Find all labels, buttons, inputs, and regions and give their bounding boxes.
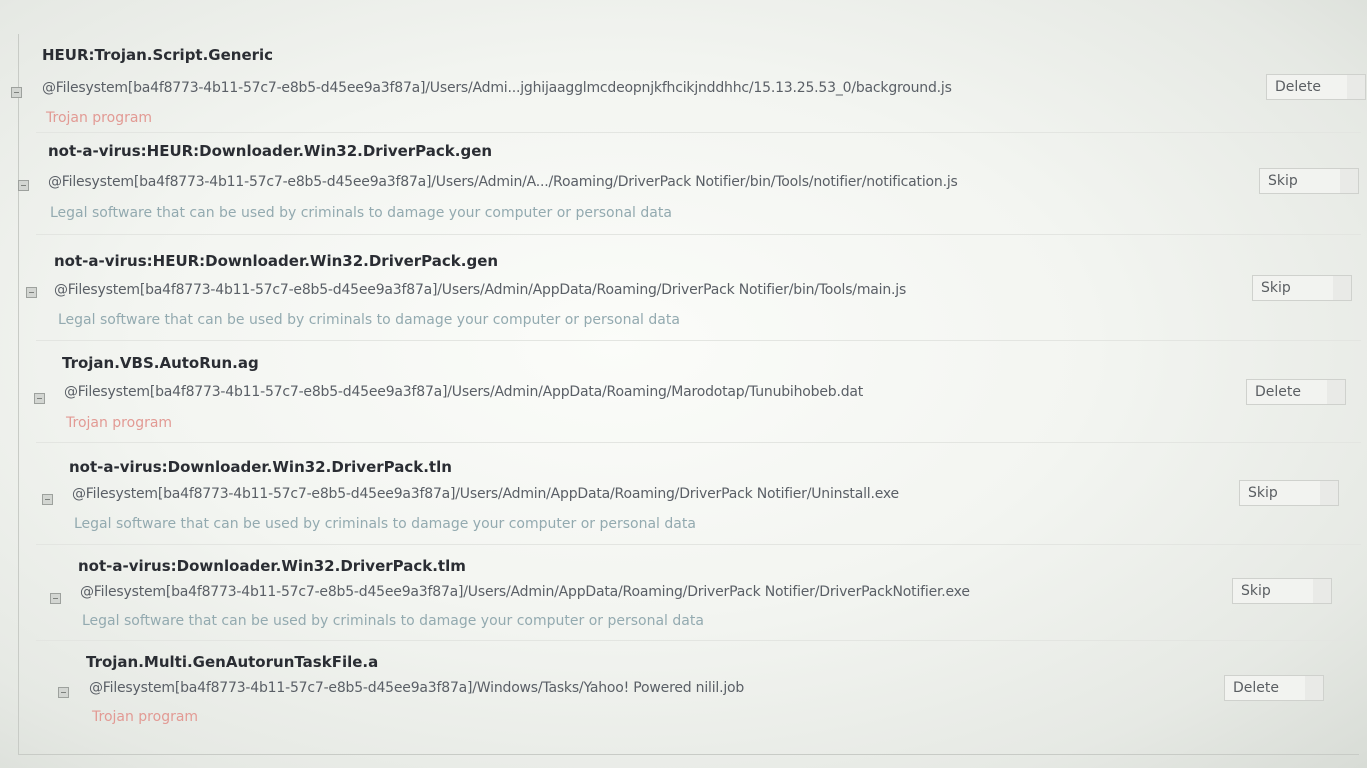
action-label: Delete — [1255, 384, 1301, 400]
threat-row: HEUR:Trojan.Script.Generic @Filesystem[b… — [6, 28, 1366, 128]
action-label: Skip — [1261, 280, 1291, 296]
expand-checkbox[interactable] — [18, 180, 29, 191]
threat-path: @Filesystem[ba4f8773-4b11-57c7-e8b5-d45e… — [80, 584, 970, 600]
row-separator — [36, 442, 1361, 443]
expand-checkbox[interactable] — [58, 687, 69, 698]
action-dropdown[interactable]: Delete — [1224, 675, 1324, 701]
row-separator — [36, 234, 1361, 235]
threat-description: Legal software that can be used by crimi… — [74, 516, 696, 532]
expand-checkbox[interactable] — [11, 87, 22, 98]
threat-name: not-a-virus:Downloader.Win32.DriverPack.… — [69, 458, 452, 476]
action-label: Skip — [1241, 583, 1271, 599]
expand-checkbox[interactable] — [26, 287, 37, 298]
threat-description: Legal software that can be used by crimi… — [58, 312, 680, 328]
threat-description: Legal software that can be used by crimi… — [50, 205, 672, 221]
threat-row: Trojan.VBS.AutoRun.ag @Filesystem[ba4f87… — [6, 346, 1361, 446]
threat-description: Trojan program — [46, 110, 153, 126]
threat-name: Trojan.VBS.AutoRun.ag — [62, 354, 259, 372]
threat-path: @Filesystem[ba4f8773-4b11-57c7-e8b5-d45e… — [64, 384, 864, 400]
threat-path: @Filesystem[ba4f8773-4b11-57c7-e8b5-d45e… — [89, 680, 745, 696]
expand-checkbox[interactable] — [42, 494, 53, 505]
action-label: Skip — [1268, 173, 1298, 189]
action-label: Delete — [1275, 79, 1321, 95]
action-dropdown[interactable]: Delete — [1266, 74, 1366, 100]
threat-name: Trojan.Multi.GenAutorunTaskFile.a — [86, 653, 379, 671]
threat-path: @Filesystem[ba4f8773-4b11-57c7-e8b5-d45e… — [54, 282, 907, 298]
threat-name: HEUR:Trojan.Script.Generic — [42, 46, 274, 64]
action-dropdown[interactable]: Skip — [1259, 168, 1359, 194]
action-label: Delete — [1233, 680, 1279, 696]
action-dropdown[interactable]: Skip — [1252, 275, 1352, 301]
action-dropdown[interactable]: Skip — [1232, 578, 1332, 604]
threat-row: not-a-virus:Downloader.Win32.DriverPack.… — [6, 548, 1361, 648]
action-dropdown[interactable]: Skip — [1239, 480, 1339, 506]
threat-row: not-a-virus:HEUR:Downloader.Win32.Driver… — [6, 136, 1361, 236]
threat-path: @Filesystem[ba4f8773-4b11-57c7-e8b5-d45e… — [72, 486, 899, 502]
action-dropdown[interactable]: Delete — [1246, 379, 1346, 405]
threat-row: Trojan.Multi.GenAutorunTaskFile.a @Files… — [6, 646, 1361, 746]
row-separator — [36, 132, 1361, 133]
threat-name: not-a-virus:HEUR:Downloader.Win32.Driver… — [54, 252, 499, 270]
threat-name: not-a-virus:HEUR:Downloader.Win32.Driver… — [48, 142, 493, 160]
threat-row: not-a-virus:HEUR:Downloader.Win32.Driver… — [6, 240, 1361, 340]
expand-checkbox[interactable] — [50, 593, 61, 604]
threat-description: Trojan program — [92, 709, 199, 725]
detected-threats-list: HEUR:Trojan.Script.Generic @Filesystem[b… — [6, 14, 1366, 755]
screen: HEUR:Trojan.Script.Generic @Filesystem[b… — [0, 0, 1367, 768]
threat-row: not-a-virus:Downloader.Win32.DriverPack.… — [6, 448, 1361, 548]
action-label: Skip — [1248, 485, 1278, 501]
threat-path: @Filesystem[ba4f8773-4b11-57c7-e8b5-d45e… — [48, 174, 958, 190]
expand-checkbox[interactable] — [34, 393, 45, 404]
threat-description: Trojan program — [66, 415, 173, 431]
row-separator — [36, 544, 1361, 545]
row-separator — [36, 640, 1361, 641]
threat-description: Legal software that can be used by crimi… — [82, 613, 704, 629]
row-separator — [36, 340, 1361, 341]
threat-path: @Filesystem[ba4f8773-4b11-57c7-e8b5-d45e… — [42, 80, 952, 96]
threat-name: not-a-virus:Downloader.Win32.DriverPack.… — [78, 557, 466, 575]
